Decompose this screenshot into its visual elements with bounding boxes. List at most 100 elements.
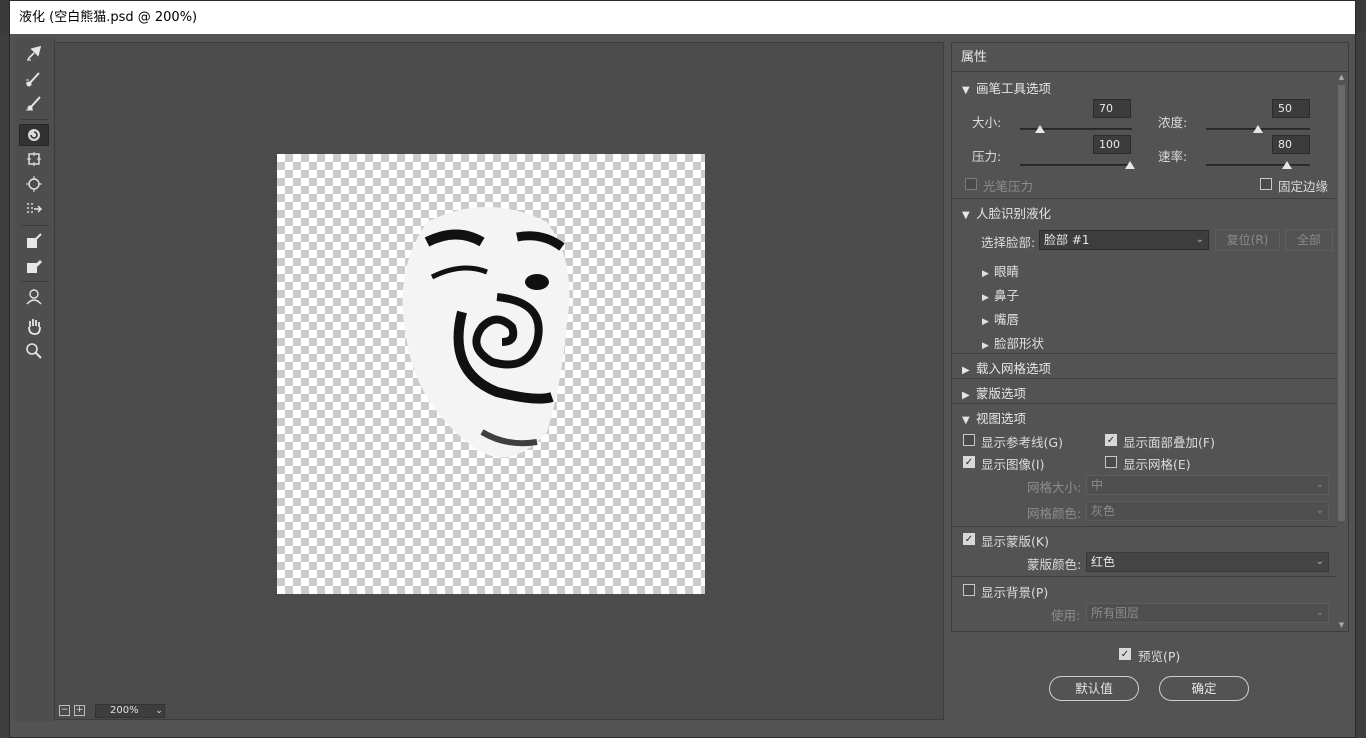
zoom-level-select[interactable]: 200% ⌄ bbox=[95, 703, 165, 718]
show-guides-checkbox[interactable] bbox=[963, 434, 975, 446]
mouth-subsection[interactable]: ▶ 嘴唇 bbox=[982, 309, 1019, 328]
section-divider bbox=[952, 403, 1337, 404]
background-app-right bbox=[1356, 33, 1366, 738]
preview-checkbox[interactable]: ✓ bbox=[1119, 648, 1131, 660]
pucker-tool-icon[interactable] bbox=[19, 148, 49, 170]
hand-tool-icon[interactable] bbox=[19, 315, 49, 337]
rate-slider[interactable] bbox=[1206, 164, 1310, 166]
scroll-down-icon[interactable]: ▼ bbox=[1337, 621, 1346, 629]
thaw-mask-tool-icon[interactable] bbox=[19, 255, 49, 277]
twirl-clockwise-tool-icon[interactable] bbox=[19, 124, 49, 146]
eyes-subsection[interactable]: ▶ 眼睛 bbox=[982, 261, 1019, 280]
section-divider bbox=[952, 353, 1337, 354]
show-image-checkbox[interactable]: ✓ bbox=[963, 456, 975, 468]
show-mesh-label: 显示网格(E) bbox=[1123, 457, 1191, 472]
chevron-down-icon: ⌄ bbox=[1315, 479, 1324, 490]
zoom-out-button[interactable]: − bbox=[59, 705, 70, 716]
rate-input[interactable]: 80 bbox=[1272, 135, 1310, 154]
check-icon: ✓ bbox=[1106, 434, 1116, 446]
show-face-overlay-label: 显示面部叠加(F) bbox=[1123, 435, 1215, 450]
chevron-down-icon: ⌄ bbox=[1195, 234, 1204, 245]
section-divider bbox=[952, 198, 1337, 199]
show-mesh-checkbox[interactable] bbox=[1105, 456, 1117, 468]
show-face-overlay-checkbox[interactable]: ✓ bbox=[1105, 434, 1117, 446]
size-label: 大小: bbox=[972, 115, 1002, 130]
expanded-triangle-icon: ▼ bbox=[962, 85, 970, 96]
pressure-input[interactable]: 100 bbox=[1093, 135, 1131, 154]
face-liquify-header[interactable]: ▼ 人脸识别液化 bbox=[962, 203, 1051, 222]
zoom-bar: − + 200% ⌄ bbox=[55, 702, 287, 719]
mesh-color-value: 灰色 bbox=[1091, 504, 1116, 518]
use-label: 使用: bbox=[1051, 608, 1081, 623]
face-shape-subsection[interactable]: ▶ 脸部形状 bbox=[982, 333, 1044, 352]
preview-canvas[interactable]: − + 200% ⌄ bbox=[54, 42, 944, 720]
pressure-slider[interactable] bbox=[1020, 164, 1132, 166]
liquify-dialog: 液化 (空白熊猫.psd @ 200%) − + 200% ⌄ 属性 ▲ ▼ ▼… bbox=[9, 0, 1356, 738]
face-tool-icon[interactable] bbox=[19, 286, 49, 308]
check-icon: ✓ bbox=[964, 533, 974, 545]
panel-title: 属性 bbox=[952, 43, 1348, 72]
tool-separator bbox=[21, 119, 49, 120]
push-left-tool-icon[interactable] bbox=[19, 198, 49, 220]
chevron-down-icon: ⌄ bbox=[1315, 556, 1324, 567]
load-mesh-header[interactable]: ▶ 载入网格选项 bbox=[962, 358, 1051, 377]
reconstruct-tool-icon[interactable] bbox=[19, 68, 49, 90]
view-options-header[interactable]: ▼ 视图选项 bbox=[962, 408, 1026, 427]
stylus-pressure-checkbox[interactable] bbox=[965, 178, 977, 190]
mesh-color-dropdown[interactable]: 灰色 ⌄ bbox=[1086, 501, 1329, 521]
collapsed-triangle-icon: ▶ bbox=[982, 341, 989, 351]
chevron-down-icon: ⌄ bbox=[1315, 505, 1324, 516]
ok-button[interactable]: 确定 bbox=[1159, 676, 1249, 701]
pressure-slider-knob[interactable] bbox=[1125, 161, 1135, 169]
select-face-label: 选择脸部: bbox=[981, 235, 1036, 250]
use-layers-dropdown[interactable]: 所有图层 ⌄ bbox=[1086, 603, 1329, 623]
brush-options-header[interactable]: ▼ 画笔工具选项 bbox=[962, 78, 1051, 97]
default-button[interactable]: 默认值 bbox=[1049, 676, 1139, 701]
pin-edges-checkbox[interactable] bbox=[1260, 178, 1272, 190]
rate-slider-knob[interactable] bbox=[1282, 161, 1292, 169]
properties-panel: 属性 ▲ ▼ ▼ 画笔工具选项 大小: 70 浓度: 50 压力: 100 速率:… bbox=[951, 42, 1349, 632]
warped-face-image bbox=[402, 207, 570, 458]
zoom-in-button[interactable]: + bbox=[74, 705, 85, 716]
show-guides-label: 显示参考线(G) bbox=[981, 435, 1063, 450]
mask-options-header[interactable]: ▶ 蒙版选项 bbox=[962, 383, 1026, 402]
mask-color-label: 蒙版颜色: bbox=[1027, 557, 1082, 572]
show-mask-label: 显示蒙版(K) bbox=[981, 534, 1049, 549]
show-image-label: 显示图像(I) bbox=[981, 457, 1045, 472]
density-input[interactable]: 50 bbox=[1272, 99, 1310, 118]
smooth-tool-icon[interactable] bbox=[19, 92, 49, 114]
density-slider-knob[interactable] bbox=[1253, 125, 1263, 133]
collapsed-triangle-icon: ▶ bbox=[982, 269, 989, 279]
expanded-triangle-icon: ▼ bbox=[962, 415, 970, 426]
forward-warp-tool-icon[interactable] bbox=[19, 42, 49, 64]
reset-button[interactable]: 复位(R) bbox=[1215, 229, 1280, 251]
tool-bar bbox=[15, 38, 55, 721]
mesh-size-label: 网格大小: bbox=[1027, 480, 1082, 495]
scroll-up-icon[interactable]: ▲ bbox=[1337, 73, 1346, 81]
preview-label: 预览(P) bbox=[1138, 649, 1181, 664]
size-input[interactable]: 70 bbox=[1093, 99, 1131, 118]
select-face-dropdown[interactable]: 脸部 #1 ⌄ bbox=[1039, 230, 1209, 250]
all-button[interactable]: 全部 bbox=[1285, 229, 1333, 251]
stylus-pressure-label: 光笔压力 bbox=[983, 179, 1034, 194]
collapsed-triangle-icon: ▶ bbox=[962, 390, 970, 401]
mask-color-dropdown[interactable]: 红色 ⌄ bbox=[1086, 552, 1329, 572]
freeze-mask-tool-icon[interactable] bbox=[19, 230, 49, 252]
collapsed-triangle-icon: ▶ bbox=[982, 317, 989, 327]
bloat-tool-icon[interactable] bbox=[19, 173, 49, 195]
section-divider bbox=[952, 378, 1337, 379]
size-slider-knob[interactable] bbox=[1035, 125, 1045, 133]
nose-label: 鼻子 bbox=[994, 288, 1020, 303]
density-label: 浓度: bbox=[1158, 115, 1188, 130]
section-divider bbox=[952, 526, 1337, 527]
mesh-size-dropdown[interactable]: 中 ⌄ bbox=[1086, 475, 1329, 495]
mask-color-value: 红色 bbox=[1091, 555, 1116, 569]
show-backdrop-checkbox[interactable] bbox=[963, 584, 975, 596]
zoom-tool-icon[interactable] bbox=[19, 340, 49, 362]
nose-subsection[interactable]: ▶ 鼻子 bbox=[982, 285, 1019, 304]
dialog-title: 液化 (空白熊猫.psd @ 200%) bbox=[10, 1, 1355, 34]
expanded-triangle-icon: ▼ bbox=[962, 210, 970, 221]
scroll-thumb[interactable] bbox=[1338, 85, 1345, 521]
panel-scrollbar[interactable]: ▲ ▼ bbox=[1337, 73, 1346, 629]
show-mask-checkbox[interactable]: ✓ bbox=[963, 533, 975, 545]
